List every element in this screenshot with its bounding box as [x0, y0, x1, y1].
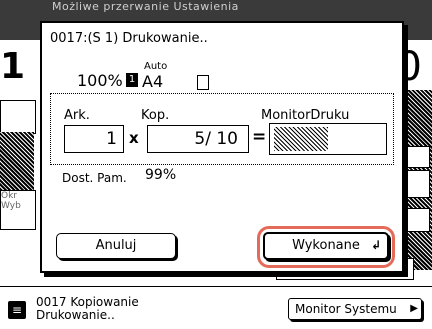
print-monitor-label: MonitorDruku: [261, 108, 350, 123]
equals-sign: =: [252, 127, 267, 147]
document-icon: ≡: [8, 301, 26, 319]
print-progress-fill: [274, 127, 328, 151]
status-job-line: 0017 Kopiowanie: [36, 295, 139, 309]
zoom-ratio: 100%: [77, 71, 123, 90]
background-counter-left: 1: [0, 46, 26, 87]
background-pattern-left: [0, 132, 34, 190]
sheets-label: Ark.: [64, 108, 90, 123]
paper-orientation-icon: [197, 75, 209, 90]
arrow-right-icon: ▶: [410, 303, 418, 314]
enter-icon: ↲: [370, 238, 381, 252]
copies-label: Kop.: [141, 108, 170, 123]
status-bar: ≡ 0017 Kopiowanie Drukowanie.. Monitor S…: [0, 286, 432, 329]
background-tile: [0, 100, 36, 134]
background-tile-text: Okr Wyb: [0, 190, 36, 230]
system-monitor-label: Monitor Systemu: [295, 302, 397, 316]
paper-auto-label: Auto: [144, 61, 168, 72]
cancel-button[interactable]: Anuluj: [56, 233, 176, 259]
job-title: 0017:(S 1) Drukowanie..: [50, 31, 208, 46]
done-label: Wykonane: [292, 238, 360, 253]
print-job-dialog: 0017:(S 1) Drukowanie.. 100% 1 Auto A4 A…: [40, 21, 404, 273]
status-state-line: Drukowanie..: [36, 308, 115, 322]
print-progress-bar: [269, 123, 387, 155]
paper-size: A4: [142, 72, 164, 91]
paper-tray-icon: 1: [126, 73, 138, 87]
sheets-count: 1: [64, 125, 124, 153]
multiply-sign: x: [129, 129, 139, 147]
memory-label: Dost. Pam.: [62, 171, 127, 185]
copies-count: 5/ 10: [147, 125, 249, 153]
memory-value: 99%: [145, 167, 177, 183]
background-header-text: Możliwe przerwanie Ustawienia: [52, 0, 239, 13]
system-monitor-button[interactable]: Monitor Systemu ▶: [288, 298, 422, 320]
done-button[interactable]: Wykonane ↲: [263, 232, 389, 260]
